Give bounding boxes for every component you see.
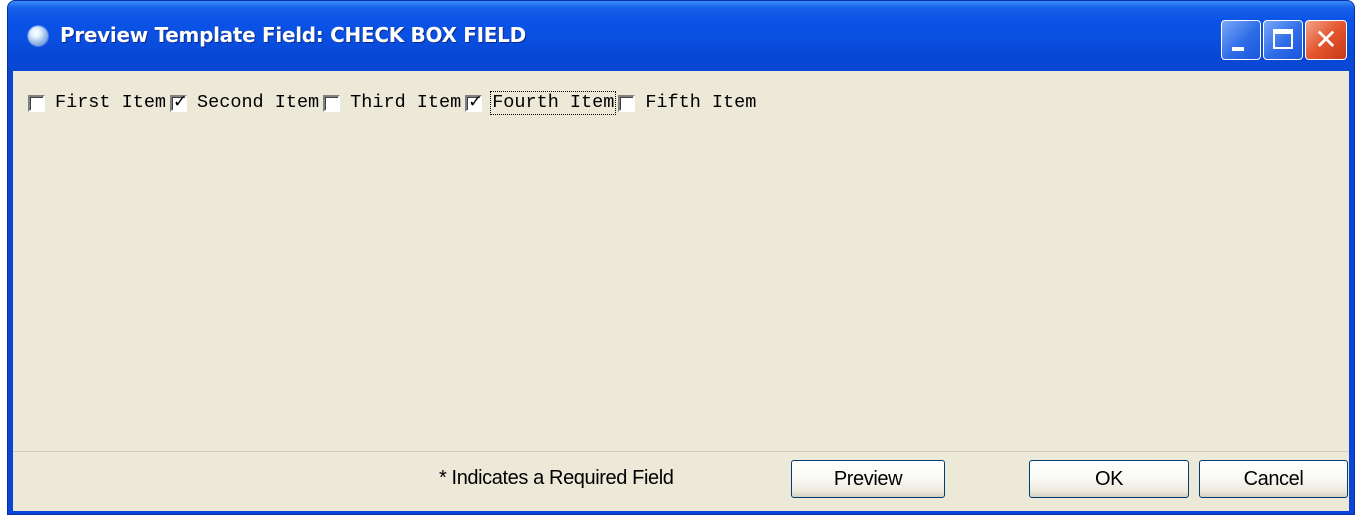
minimize-button[interactable] xyxy=(1221,20,1261,60)
checkbox-fourth-item[interactable]: ✓ Fourth Item xyxy=(465,90,617,116)
checkbox-label[interactable]: First Item xyxy=(54,92,167,114)
dialog-window: Preview Template Field: CHECK BOX FIELD … xyxy=(7,0,1355,515)
minimize-icon xyxy=(1232,47,1244,51)
checkbox-label[interactable]: Third Item xyxy=(349,92,462,114)
app-globe-icon[interactable] xyxy=(28,26,48,46)
window-title: Preview Template Field: CHECK BOX FIELD xyxy=(60,23,526,47)
checkbox-label[interactable]: Fifth Item xyxy=(644,92,757,114)
checkbox-box[interactable]: ✓ xyxy=(170,91,188,112)
required-field-note: * Indicates a Required Field xyxy=(439,467,674,489)
check-mark-icon: ✓ xyxy=(468,91,483,112)
cancel-button[interactable]: Cancel xyxy=(1199,460,1348,498)
checkbox-box[interactable]: ✓ xyxy=(465,91,483,112)
maximize-button[interactable] xyxy=(1263,20,1303,60)
checkbox-box[interactable] xyxy=(323,94,341,112)
dialog-body: First Item ✓ Second Item Third Item ✓ Fo… xyxy=(13,71,1349,511)
checkbox-box[interactable] xyxy=(28,94,45,112)
ok-button[interactable]: OK xyxy=(1029,460,1189,498)
title-bar[interactable]: Preview Template Field: CHECK BOX FIELD … xyxy=(8,1,1354,71)
checkbox-group: First Item ✓ Second Item Third Item ✓ Fo… xyxy=(28,90,760,116)
close-icon: ✕ xyxy=(1314,23,1338,56)
checkbox-third-item[interactable]: Third Item xyxy=(323,90,462,116)
checkbox-fifth-item[interactable]: Fifth Item xyxy=(618,90,757,116)
checkbox-label[interactable]: Fourth Item xyxy=(490,91,617,115)
preview-button[interactable]: Preview xyxy=(791,460,945,498)
close-button[interactable]: ✕ xyxy=(1305,20,1347,60)
checkbox-label[interactable]: Second Item xyxy=(196,92,320,114)
checkbox-second-item[interactable]: ✓ Second Item xyxy=(170,90,320,116)
maximize-icon xyxy=(1273,29,1293,49)
check-mark-icon: ✓ xyxy=(173,91,188,112)
checkbox-first-item[interactable]: First Item xyxy=(28,90,167,116)
checkbox-box[interactable] xyxy=(618,94,636,112)
